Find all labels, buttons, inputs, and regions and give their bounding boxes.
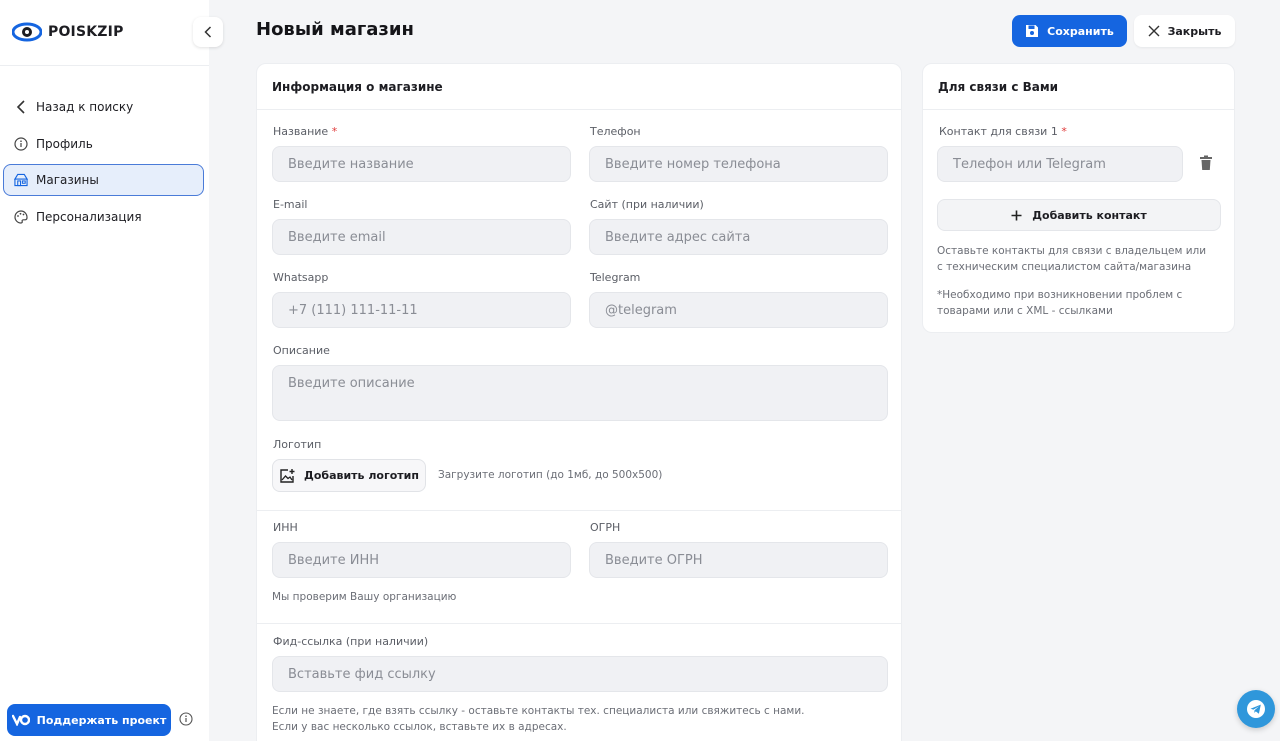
contact-hint: Оставьте контакты для связи с владельцем…	[937, 245, 1207, 273]
sidebar-item-label: Магазины	[36, 173, 99, 187]
ogrn-label: ОГРН	[590, 521, 621, 534]
sidebar-item-back[interactable]: Назад к поиску	[3, 91, 204, 123]
page-title: Новый магазин	[256, 19, 414, 40]
whatsapp-label: Whatsapp	[273, 271, 329, 284]
save-button[interactable]: Сохранить	[1012, 15, 1127, 47]
email-label: E-mail	[273, 198, 308, 211]
ogrn-input[interactable]: Введите ОГРН	[589, 542, 888, 578]
sidebar-item-profile[interactable]: Профиль	[3, 128, 204, 160]
store-icon	[14, 173, 28, 187]
required-mark: *	[1061, 125, 1067, 138]
phone-input[interactable]: Введите номер телефона	[589, 146, 888, 182]
logo[interactable]: POISKZIP	[12, 22, 124, 42]
palette-icon	[14, 209, 28, 224]
close-label: Закрыть	[1167, 24, 1222, 38]
info-icon[interactable]	[179, 712, 193, 726]
trash-icon[interactable]	[1199, 155, 1213, 171]
whatsapp-input[interactable]: +7 (111) 111-11-11	[272, 292, 571, 328]
description-textarea[interactable]: Введите описание	[272, 365, 888, 421]
contact-card: Для связи с Вами Контакт для связи 1 * Т…	[922, 63, 1235, 333]
section-divider	[257, 623, 901, 624]
contact-label: Контакт для связи 1 *	[939, 125, 1067, 138]
site-input[interactable]: Введите адрес сайта	[589, 219, 888, 255]
sidebar-divider	[0, 65, 209, 66]
logo-eye-icon	[12, 22, 42, 42]
telegram-icon	[1247, 700, 1265, 718]
logo-text: POISKZIP	[48, 24, 124, 40]
inn-input[interactable]: Введите ИНН	[272, 542, 571, 578]
sidebar-item-label: Профиль	[36, 136, 93, 151]
image-upload-icon	[280, 468, 295, 483]
save-label: Сохранить	[1047, 24, 1114, 38]
info-icon	[14, 136, 28, 151]
name-label: Название *	[273, 125, 337, 138]
add-logo-label: Добавить логотип	[304, 469, 419, 482]
contact-hint-required: *Необходимо при возникновении проблем с …	[937, 289, 1183, 317]
feed-label: Фид-ссылка (при наличии)	[273, 635, 429, 648]
collapse-sidebar-button[interactable]	[193, 17, 223, 47]
sidebar-item-label: Назад к поиску	[36, 100, 134, 114]
name-label-text: Название	[273, 125, 329, 138]
add-logo-button[interactable]: Добавить логотип	[272, 459, 426, 492]
contact-input[interactable]: Телефон или Telegram	[937, 146, 1183, 182]
support-project-label: Поддержать проект	[36, 713, 167, 727]
add-contact-label: Добавить контакт	[1032, 208, 1147, 222]
plus-icon	[1011, 210, 1022, 220]
sidebar-item-personalization[interactable]: Персонализация	[3, 201, 204, 233]
telegram-input[interactable]: @telegram	[589, 292, 888, 328]
org-hint: Мы проверим Вашу организацию	[272, 591, 457, 603]
phone-label: Телефон	[590, 125, 641, 138]
sidebar: POISKZIP Назад к поиску Профиль Магазины	[0, 0, 209, 741]
feed-hint: Если не знаете, где взять ссылку - остав…	[272, 705, 805, 717]
sidebar-item-label: Персонализация	[36, 209, 142, 224]
close-icon	[1148, 25, 1160, 37]
floppy-disk-icon	[1026, 25, 1039, 37]
heart-hand-icon	[11, 714, 30, 726]
feed-input[interactable]: Вставьте фид ссылку	[272, 656, 888, 692]
contact-label-text: Контакт для связи 1	[939, 125, 1058, 138]
sidebar-item-stores[interactable]: Магазины	[3, 164, 204, 196]
close-button[interactable]: Закрыть	[1134, 15, 1235, 47]
inn-label: ИНН	[273, 521, 298, 534]
description-label: Описание	[273, 344, 330, 357]
add-contact-button[interactable]: Добавить контакт	[937, 199, 1221, 231]
chevron-left-icon	[204, 26, 212, 38]
name-input[interactable]: Введите название	[272, 146, 571, 182]
site-label: Сайт (при наличии)	[590, 198, 704, 211]
feed-hint: Если у вас несколько ссылок, вставьте их…	[272, 721, 567, 733]
logo-hint: Загрузите логотип (до 1мб, до 500x500)	[438, 469, 663, 481]
telegram-label: Telegram	[590, 271, 641, 284]
sidebar-nav: Назад к поиску Профиль Магазины Персонал…	[3, 91, 204, 237]
section-divider	[257, 510, 901, 511]
logo-label: Логотип	[273, 438, 322, 451]
card-title: Для связи с Вами	[923, 64, 1234, 110]
email-input[interactable]: Введите email	[272, 219, 571, 255]
required-mark: *	[331, 125, 338, 138]
store-info-card: Информация о магазине Название * Введите…	[256, 63, 902, 741]
chevron-left-icon	[14, 100, 28, 114]
card-title: Информация о магазине	[257, 64, 901, 110]
support-project-button[interactable]: Поддержать проект	[7, 704, 171, 736]
telegram-chat-button[interactable]	[1237, 690, 1275, 728]
